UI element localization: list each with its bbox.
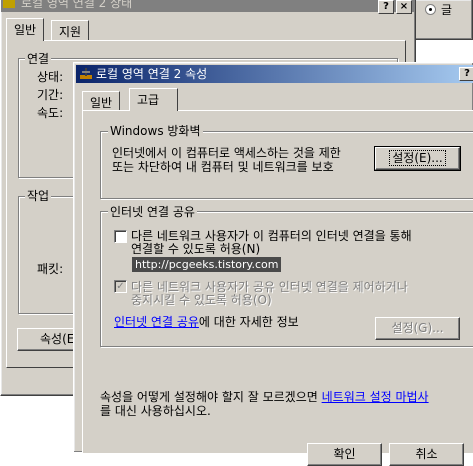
- ics-info-link[interactable]: 인터넷 연결 공유: [114, 315, 199, 329]
- help-button[interactable]: ?: [378, 0, 394, 14]
- firewall-group-title: Windows 방화벽: [108, 122, 203, 139]
- radio-label: 글: [441, 3, 453, 17]
- network-wizard-link[interactable]: 네트워크 설정 마법사: [322, 390, 429, 404]
- activity-group-title: 작업: [25, 187, 52, 204]
- status-label: 상태:: [37, 70, 64, 84]
- ics-group-title: 인터넷 연결 공유: [108, 203, 197, 220]
- radio-button-selected[interactable]: [425, 4, 436, 15]
- close-button[interactable]: ×: [396, 0, 412, 14]
- firewall-description-line2: 또는 차단하여 내 컴퓨터 및 네트워크를 보호: [112, 160, 334, 174]
- ics-info-text: 인터넷 연결 공유에 대한 자세한 정보: [114, 313, 299, 330]
- status-window-title: 로컬 영역 연결 2 상태: [21, 0, 133, 10]
- packets-label: 패킷:: [37, 262, 64, 276]
- watermark-text: http://pcgeeks.tistory.com: [132, 257, 282, 272]
- tab-general[interactable]: 일반: [6, 18, 45, 41]
- dialog-help-button[interactable]: ?: [459, 67, 473, 81]
- allow-sharing-label-line2: 연결할 수 있도록 허용(N): [131, 242, 261, 256]
- status-window-titlebar[interactable]: 로컬 영역 연결 2 상태: [1, 0, 415, 12]
- tab-advanced[interactable]: 고급: [129, 88, 179, 111]
- network-connection-icon: [80, 68, 92, 79]
- side-window: 글: [412, 0, 473, 40]
- tab-support[interactable]: 지원: [51, 20, 90, 40]
- ics-info-suffix: 에 대한 자세한 정보: [198, 315, 299, 329]
- ics-settings-button[interactable]: 설정(G)...: [375, 317, 460, 340]
- firewall-settings-button[interactable]: 설정(E)...: [374, 146, 461, 171]
- cancel-button[interactable]: 취소: [389, 443, 464, 466]
- properties-dialog: 로컬 영역 연결 2 속성 ? 일반 고급 Windows 방화벽 인터넷에서 …: [73, 62, 473, 466]
- tab-general[interactable]: 일반: [82, 91, 121, 111]
- duration-label: 기간:: [37, 88, 64, 102]
- properties-dialog-title: 로컬 영역 연결 2 속성: [96, 67, 208, 81]
- wizard-hint-line2: 를 대신 사용하십시오.: [100, 404, 211, 418]
- connection-group-title: 연결: [25, 50, 52, 67]
- allow-control-label-line2: 중지시킬 수 있도록 허용(O): [131, 293, 272, 307]
- properties-dialog-titlebar[interactable]: 로컬 영역 연결 2 속성: [76, 65, 473, 83]
- allow-sharing-checkbox[interactable]: [114, 230, 127, 243]
- speed-label: 속도:: [37, 106, 64, 120]
- ok-button[interactable]: 확인: [307, 443, 382, 466]
- allow-control-checkbox[interactable]: ✓: [114, 280, 127, 293]
- network-icon: [3, 0, 15, 8]
